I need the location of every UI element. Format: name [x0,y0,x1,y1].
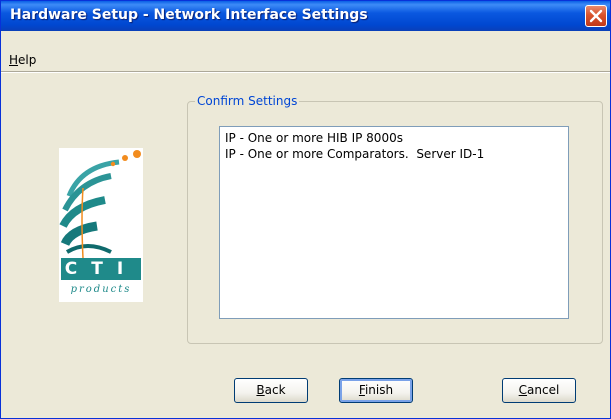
cti-logo: CTI products [59,148,143,302]
cancel-label: ancel [527,383,560,397]
dialog-window: Hardware Setup - Network Interface Setti… [0,0,611,419]
title-bar[interactable]: Hardware Setup - Network Interface Setti… [1,1,610,31]
back-button[interactable]: Back [234,378,308,403]
close-icon [589,9,603,23]
menu-bar: Help [1,31,610,71]
menu-help-rest: elp [18,53,37,67]
back-label: ack [264,383,286,397]
settings-listbox[interactable]: IP - One or more HIB IP 8000s IP - One o… [219,126,569,319]
cti-logo-subtext: products [70,284,132,295]
close-button[interactable] [585,5,607,27]
back-accel: B [256,383,265,397]
cancel-accel: C [518,383,528,397]
finish-button[interactable]: Finish [339,378,413,403]
window-title: Hardware Setup - Network Interface Setti… [10,7,368,23]
cancel-button[interactable]: Cancel [502,378,576,403]
finish-label: inish [364,383,394,397]
menu-help[interactable]: Help [9,53,36,67]
list-item[interactable]: IP - One or more HIB IP 8000s [225,131,403,145]
cti-logo-text: CTI [64,259,138,279]
menu-divider [1,71,610,73]
group-title: Confirm Settings [195,94,300,108]
list-item[interactable]: IP - One or more Comparators. Server ID-… [225,147,484,161]
menu-help-accel: H [9,53,19,67]
